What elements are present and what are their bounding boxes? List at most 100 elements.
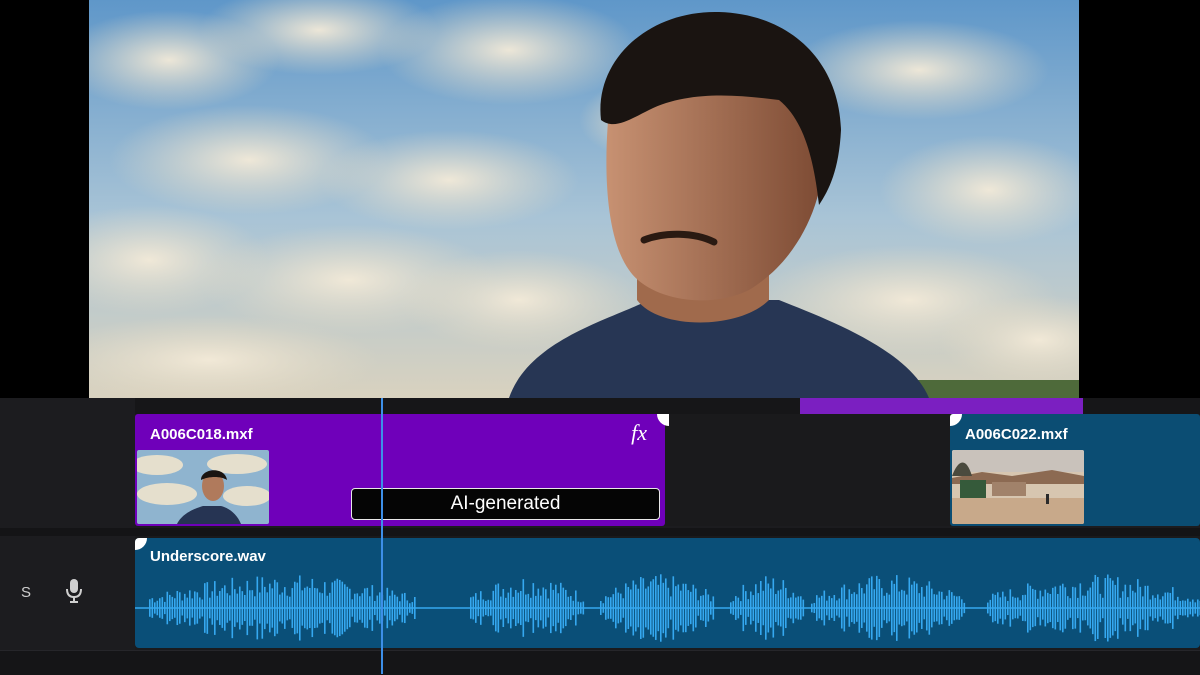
waveform-bar [578, 602, 580, 615]
waveform-bar [232, 578, 234, 638]
waveform-bar [207, 582, 209, 634]
waveform-bar [1140, 587, 1142, 629]
waveform-bar [357, 593, 359, 622]
playhead[interactable] [381, 398, 383, 674]
fx-icon[interactable]: fx [631, 420, 647, 446]
waveform-bar [814, 603, 816, 613]
work-area-bar[interactable] [800, 398, 1083, 414]
waveform-bar [819, 598, 821, 619]
waveform-bar [279, 595, 281, 622]
waveform-bar [187, 598, 189, 619]
waveform-bar [184, 594, 186, 622]
waveform-bar [638, 589, 640, 628]
clip-a006c022[interactable]: A006C022.mxf [950, 414, 1200, 526]
waveform-bar [954, 596, 956, 621]
waveform-bar [1175, 600, 1177, 615]
waveform-bar [1065, 587, 1067, 628]
waveform-bar [668, 588, 670, 628]
waveform-bar [505, 598, 507, 618]
timeline-scroll-area[interactable] [0, 650, 1200, 675]
waveform-bar [312, 579, 314, 637]
waveform-bar [414, 597, 416, 619]
clip-underscore-wav[interactable]: Underscore.wav [135, 538, 1200, 648]
waveform-bar [533, 583, 535, 633]
waveform-bar [407, 600, 409, 615]
waveform-bar [851, 594, 853, 622]
waveform-bar [690, 592, 692, 624]
waveform-bar [665, 578, 667, 637]
waveform-bar [528, 594, 530, 622]
waveform-bar [1150, 600, 1152, 617]
waveform-bar [157, 601, 159, 616]
waveform-bar [914, 581, 916, 634]
waveform-bar [392, 591, 394, 626]
waveform-bar [1192, 600, 1194, 617]
waveform-bar [924, 597, 926, 620]
waveform-bar [217, 596, 219, 620]
waveform-bar [525, 595, 527, 622]
waveform-bar [219, 591, 221, 625]
waveform-bar [399, 601, 401, 615]
waveform-bar [530, 598, 532, 618]
waveform-bar [259, 592, 261, 623]
waveform-bar [404, 593, 406, 623]
waveform-bar [773, 578, 775, 637]
waveform-bar [252, 590, 254, 626]
waveform-bar [277, 582, 279, 633]
waveform-bar [997, 592, 999, 623]
waveform-bar [899, 591, 901, 624]
waveform-bar [683, 584, 685, 633]
waveform-bar [508, 593, 510, 624]
waveform-bar [879, 579, 881, 637]
waveform-bar [282, 592, 284, 623]
waveform-bar [755, 584, 757, 632]
waveform-bar [292, 588, 294, 628]
waveform-bar [889, 595, 891, 622]
microphone-icon[interactable] [64, 578, 84, 604]
waveform-bar [685, 584, 687, 632]
waveform-bar [1005, 597, 1007, 620]
waveform-bar [1027, 583, 1029, 632]
waveform-bar [194, 591, 196, 624]
waveform-bar [234, 589, 236, 627]
waveform-bar [485, 601, 487, 615]
waveform-bar [257, 577, 259, 640]
waveform-bar [745, 591, 747, 625]
waveform-bar [1037, 599, 1039, 617]
waveform-bar [324, 582, 326, 634]
waveform-bar [1082, 596, 1084, 621]
waveform-bar [1017, 597, 1019, 618]
waveform-bar [713, 596, 715, 619]
waveform-bar [570, 596, 572, 620]
waveform-bar [1145, 586, 1147, 630]
solo-toggle[interactable]: S [21, 584, 31, 601]
waveform-bar [1132, 591, 1134, 625]
waveform-bar [495, 585, 497, 632]
waveform-bar [748, 599, 750, 617]
waveform-bar [1087, 591, 1089, 626]
waveform-bar [274, 580, 276, 636]
waveform-bar [1125, 585, 1127, 632]
waveform-bar [299, 575, 301, 640]
waveform-bar [550, 583, 552, 633]
waveform-bar [740, 601, 742, 615]
waveform-bar [583, 602, 585, 615]
waveform-bar [946, 596, 948, 620]
waveform-bar [758, 593, 760, 623]
waveform-bar [1127, 597, 1129, 619]
waveform-bar [680, 591, 682, 626]
waveform-bar [826, 601, 828, 616]
waveform-bar [836, 600, 838, 615]
clip-name: A006C018.mxf [150, 426, 253, 443]
clip-a006c018[interactable]: A006C018.mxf fx AI-generated [135, 414, 665, 526]
waveform-bar [488, 600, 490, 616]
audio-waveform [135, 568, 1200, 648]
waveform-bar [1115, 585, 1117, 631]
time-ruler[interactable] [135, 398, 1200, 414]
waveform-bar [535, 596, 537, 620]
waveform-bar [1112, 581, 1114, 636]
waveform-bar [876, 576, 878, 640]
waveform-bar [287, 596, 289, 621]
waveform-bar [785, 588, 787, 628]
clip-thumbnail [952, 450, 1084, 524]
